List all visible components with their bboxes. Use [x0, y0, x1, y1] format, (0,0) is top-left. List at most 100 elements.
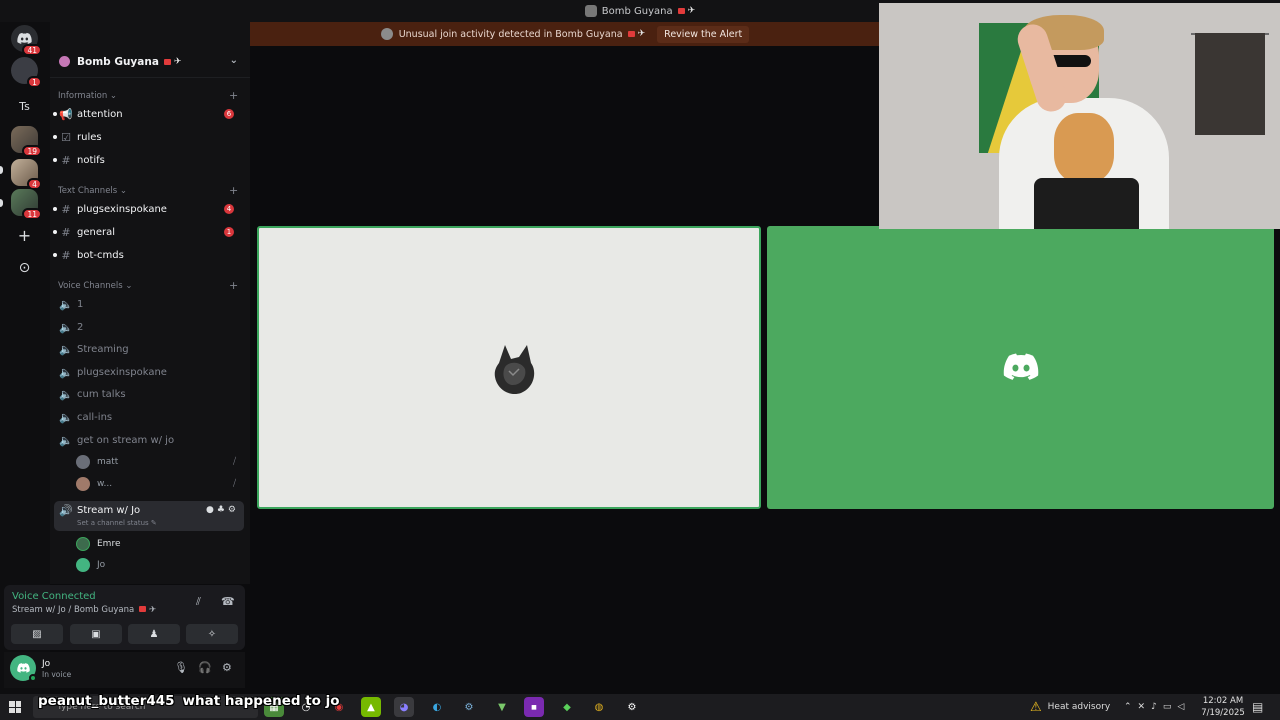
- server-ts[interactable]: Ts: [11, 93, 38, 120]
- participant-tile-emre[interactable]: [257, 226, 761, 509]
- channel-notifs[interactable]: # notifs: [53, 150, 244, 170]
- channel-name: get on stream w/ jo: [77, 434, 175, 446]
- taskbar-app-settings[interactable]: ⚙: [622, 697, 642, 717]
- microphone-icon[interactable]: ♪: [1151, 702, 1163, 712]
- avatar: [76, 477, 90, 491]
- microphone-icon[interactable]: 🎙: [174, 661, 188, 674]
- unread-badge: 1: [27, 76, 42, 88]
- channel-rules[interactable]: ☑ rules: [53, 127, 244, 147]
- add-channel-icon[interactable]: +: [229, 184, 238, 197]
- unread-dot: [53, 253, 57, 257]
- direct-messages-button[interactable]: 41: [11, 25, 42, 56]
- discord-icon: [1003, 353, 1039, 380]
- weather-text: Heat advisory: [1047, 702, 1111, 712]
- explore-button[interactable]: ⊙: [11, 254, 38, 281]
- voice-user-w[interactable]: w... ⧸: [76, 475, 241, 493]
- unread-dot: [53, 158, 57, 162]
- deafened-icon: ⧸: [232, 479, 236, 489]
- notification-center[interactable]: ▤: [1252, 694, 1263, 720]
- voice-channel-1[interactable]: 🔈 1: [54, 294, 244, 314]
- voice-user-matt[interactable]: matt ⧸: [76, 453, 241, 471]
- volume-icon[interactable]: ◁: [1177, 702, 1190, 712]
- channel-name: Streaming: [77, 343, 129, 355]
- channel-bot-cmds[interactable]: # bot-cmds: [53, 245, 244, 265]
- speaker-icon: 🔈: [59, 410, 73, 424]
- speaker-icon: 🔊: [59, 504, 73, 517]
- server-name-suffix: ✈: [173, 56, 182, 67]
- discord-icon: ◕: [399, 701, 409, 713]
- compass-icon: ⊙: [18, 259, 31, 276]
- taskbar-app-discord[interactable]: ◕: [394, 697, 414, 717]
- voice-channel-call-ins[interactable]: 🔈 call-ins: [54, 407, 244, 427]
- voice-channel-get-on-stream[interactable]: 🔈 get on stream w/ jo: [54, 430, 244, 450]
- taskbar-app-steam[interactable]: ⚙: [459, 697, 479, 717]
- soundboard-icon: ✧: [207, 628, 217, 640]
- add-channel-icon[interactable]: +: [229, 279, 238, 292]
- server-header[interactable]: Bomb Guyana ✈ ⌄: [50, 46, 250, 78]
- review-alert-button[interactable]: Review the Alert: [657, 25, 750, 43]
- camera-off-button[interactable]: ▨: [11, 624, 63, 644]
- hash-icon: #: [61, 248, 71, 262]
- participant-tile-jo[interactable]: [767, 226, 1274, 509]
- activities-button[interactable]: ♟: [128, 624, 180, 644]
- active-voice-channel[interactable]: 🔊 Stream w/ Jo Set a channel status ✎ ●♣…: [54, 501, 244, 531]
- disconnect-icon[interactable]: ☎: [221, 595, 235, 608]
- add-channel-icon[interactable]: +: [229, 89, 238, 102]
- chevron-up-icon[interactable]: ⌃: [1124, 702, 1138, 712]
- taskbar-app-chrome[interactable]: ◍: [589, 697, 609, 717]
- clock-time: 12:02 AM: [1202, 696, 1244, 706]
- server-avatar-icon: [59, 56, 70, 67]
- mic-muted-icon[interactable]: ✕: [1138, 702, 1152, 712]
- headphones-icon[interactable]: 🎧: [198, 661, 212, 674]
- channel-status-hint[interactable]: Set a channel status ✎: [77, 519, 157, 527]
- notification-icon: ▤: [1252, 700, 1264, 714]
- system-tray: ⌃ ✕ ♪ ▭ ◁: [1124, 694, 1190, 720]
- taskbar-app-kick[interactable]: ■: [524, 697, 544, 717]
- channel-name: bot-cmds: [77, 249, 124, 261]
- dm-avatar[interactable]: 1: [11, 57, 42, 88]
- noise-suppression-icon[interactable]: ⫽: [196, 595, 201, 609]
- gear-icon[interactable]: ⚙: [228, 505, 239, 515]
- vegas-icon: ▼: [498, 701, 506, 713]
- server-icon[interactable]: 4: [11, 159, 42, 190]
- add-server-button[interactable]: +: [11, 222, 38, 249]
- network-icon[interactable]: ▭: [1163, 702, 1178, 712]
- user-avatar[interactable]: [10, 655, 37, 682]
- user-settings-gear-icon[interactable]: ⚙: [222, 661, 232, 674]
- channel-plugsexinspokane[interactable]: # plugsexinspokane 4: [53, 199, 244, 219]
- channel-name: Stream w/ Jo: [77, 505, 141, 516]
- taskbar-app-nvidia[interactable]: ▲: [361, 697, 381, 717]
- channel-attention[interactable]: 📢 attention 6: [53, 104, 244, 124]
- channel-general[interactable]: # general 1: [53, 222, 244, 242]
- voice-user-name: Jo: [97, 560, 106, 570]
- voice-channel-streaming[interactable]: 🔈 Streaming: [54, 339, 244, 359]
- voice-channel-2[interactable]: 🔈 2: [54, 317, 244, 337]
- invite-icon[interactable]: ♣: [217, 505, 228, 515]
- windows-start-icon[interactable]: [9, 701, 21, 713]
- taskbar-clock[interactable]: 12:02 AM 7/19/2025: [1200, 695, 1246, 719]
- soundboard-button[interactable]: ✧: [186, 624, 238, 644]
- voice-user-jo[interactable]: Jo: [76, 556, 241, 574]
- weather-widget[interactable]: ⚠ Heat advisory: [1030, 694, 1110, 720]
- voice-user-emre[interactable]: Emre: [76, 535, 241, 553]
- category-information[interactable]: Information ⌄ +: [58, 89, 238, 102]
- chat-icon[interactable]: ●: [206, 505, 217, 515]
- share-screen-button[interactable]: ▣: [70, 624, 122, 644]
- taskbar-app-vegas[interactable]: ▼: [492, 697, 512, 717]
- category-voice[interactable]: Voice Channels ⌄ +: [58, 279, 238, 292]
- server-icon-active[interactable]: 11: [11, 189, 42, 220]
- server-avatar-icon: [584, 5, 597, 17]
- voice-connected-status[interactable]: Voice Connected: [12, 591, 96, 602]
- stream-chat-overlay: peanut_butter445 what happened to jo: [38, 693, 340, 709]
- voice-location[interactable]: Stream w/ Jo / Bomb Guyana ✈: [12, 605, 156, 615]
- category-text[interactable]: Text Channels ⌄ +: [58, 184, 238, 197]
- unread-dot: [53, 112, 57, 116]
- voice-channel-cum-talks[interactable]: 🔈 cum talks: [54, 384, 244, 404]
- server-icon[interactable]: 19: [11, 126, 42, 157]
- voice-channel-plugsexinspokane[interactable]: 🔈 plugsexinspokane: [54, 362, 244, 382]
- taskbar-app-edge[interactable]: ◐: [427, 697, 447, 717]
- taskbar-app-green[interactable]: ◆: [557, 697, 577, 717]
- window-title: Bomb Guyana: [601, 5, 673, 17]
- server-name: Bomb Guyana: [77, 55, 159, 68]
- channel-name: plugsexinspokane: [77, 203, 167, 215]
